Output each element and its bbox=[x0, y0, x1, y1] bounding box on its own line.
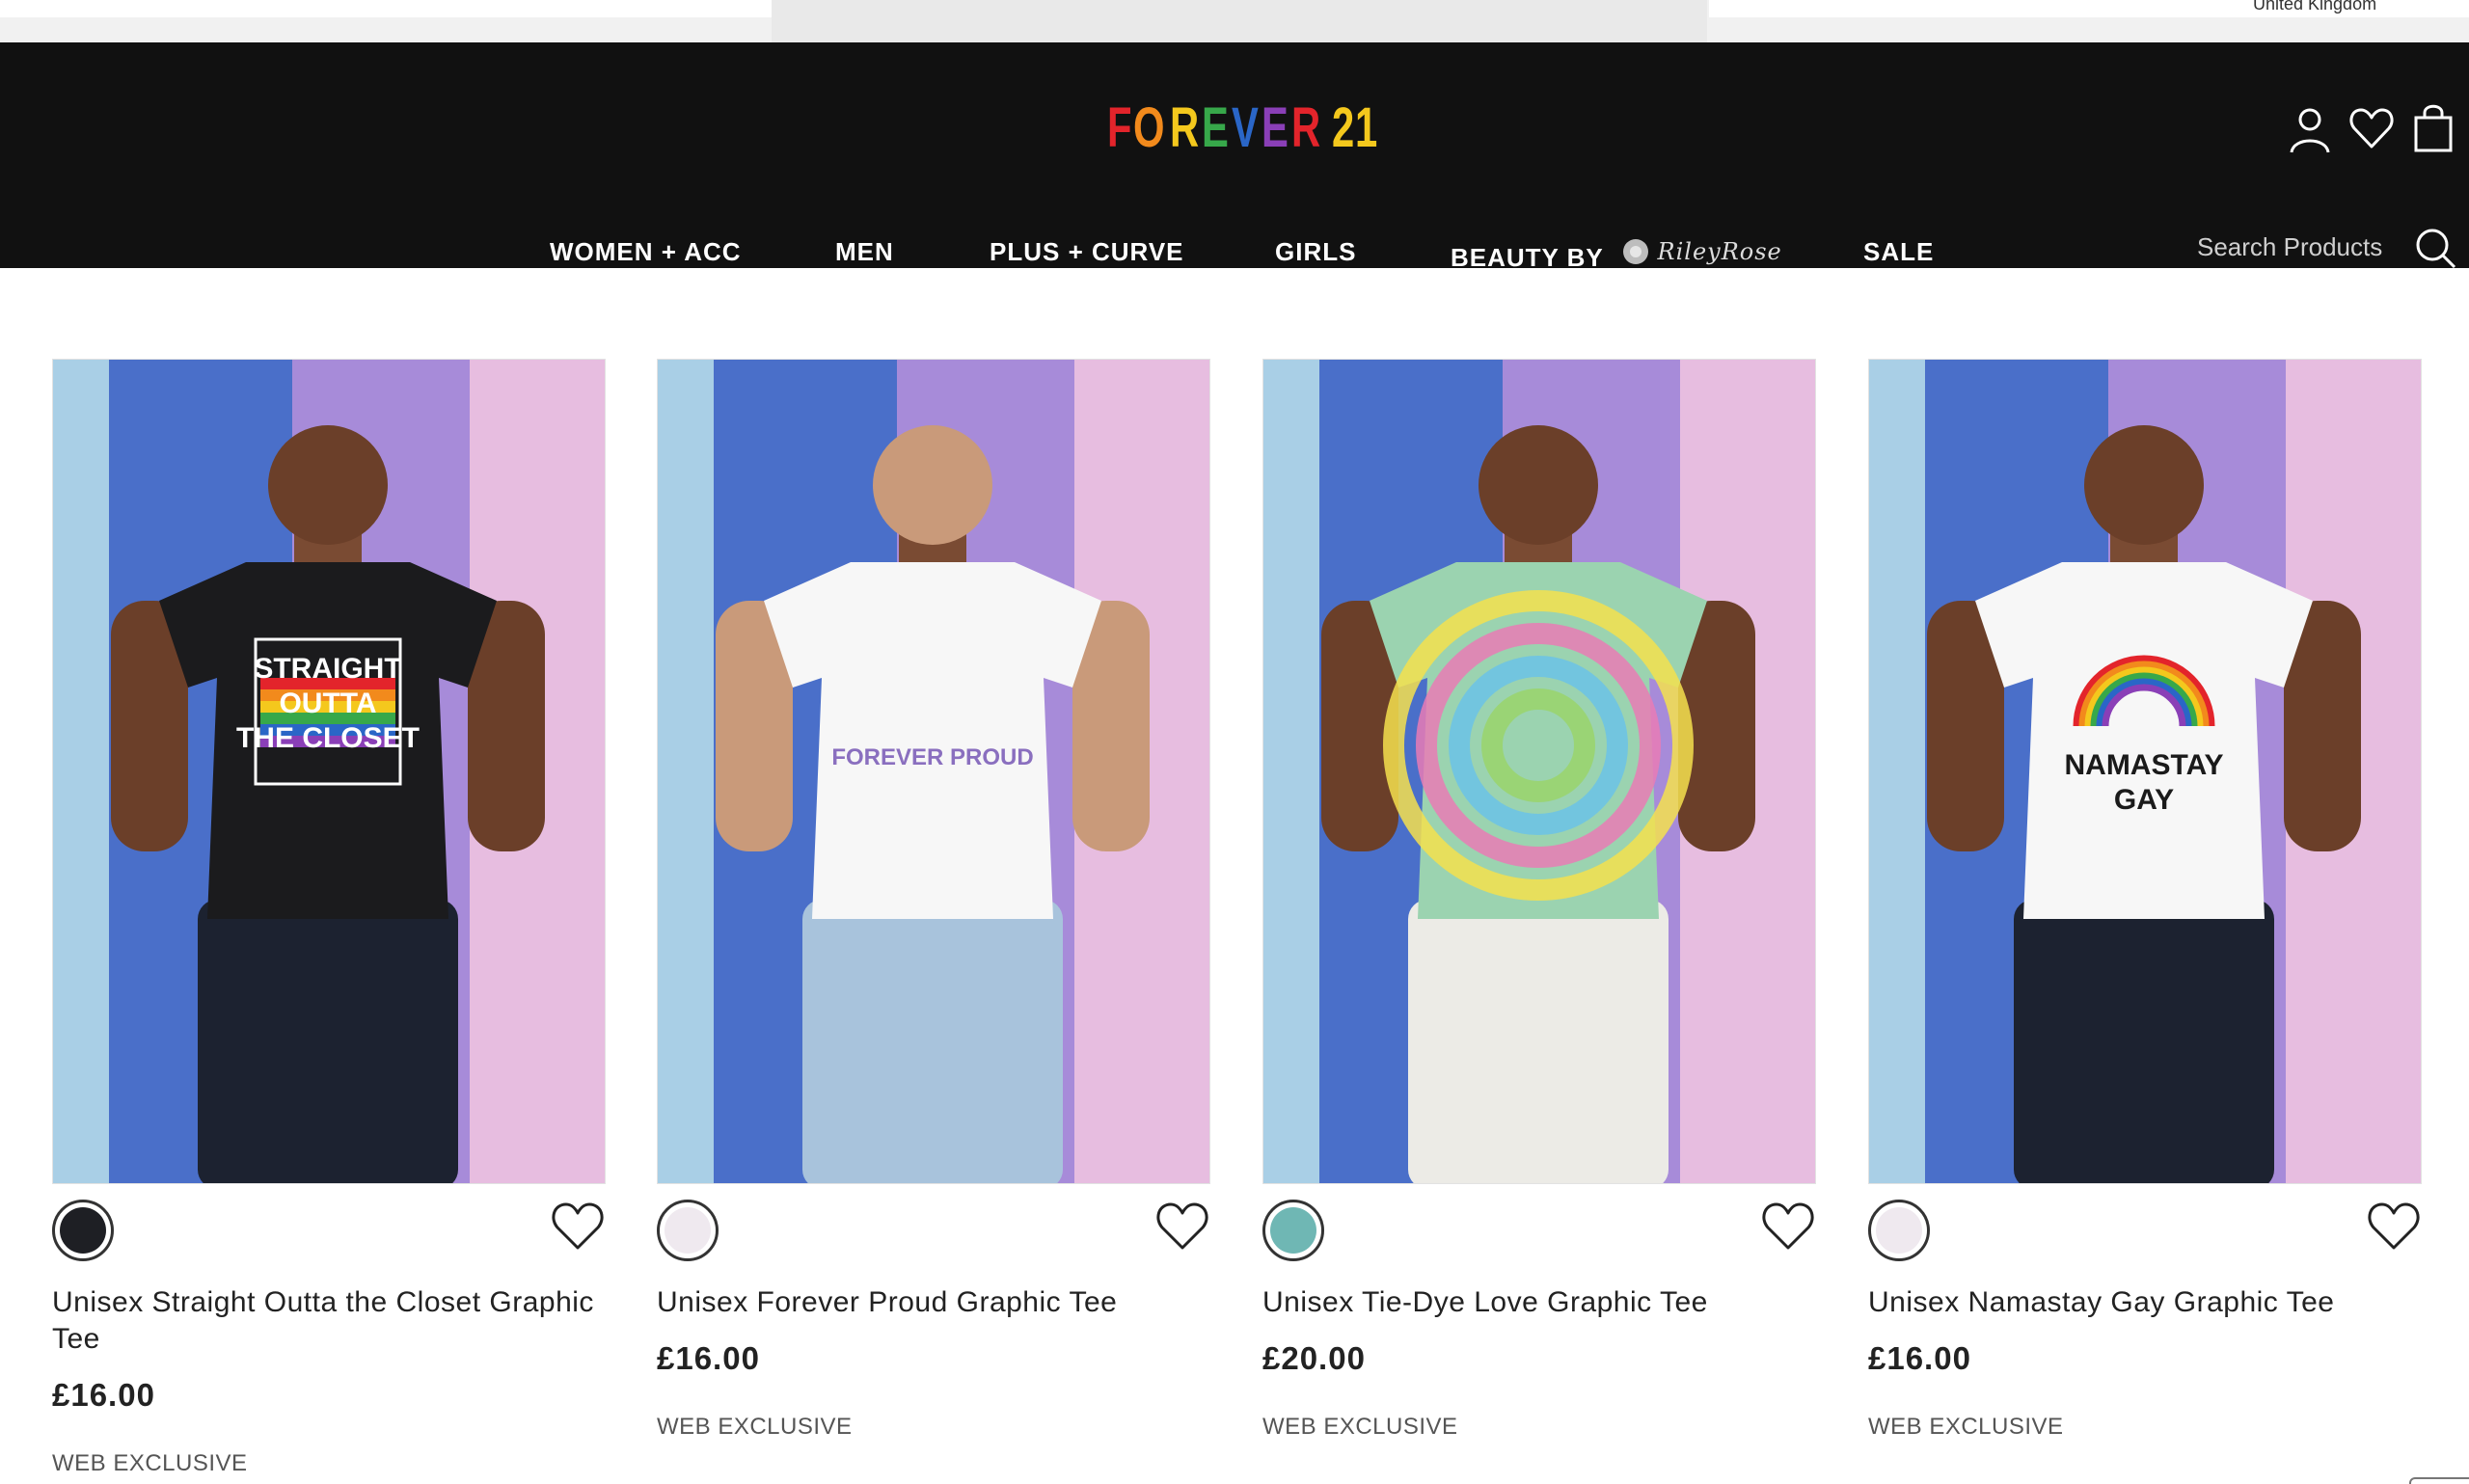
product-photo-illustration bbox=[1263, 360, 1815, 1183]
swatch-fill bbox=[665, 1207, 711, 1254]
heart-icon[interactable] bbox=[2347, 102, 2396, 156]
web-exclusive-badge: WEB EXCLUSIVE bbox=[657, 1414, 853, 1440]
region-selector[interactable]: United Kingdom bbox=[2253, 0, 2376, 13]
shirt-graphic-text: OUTTA bbox=[279, 688, 376, 719]
backdrop-stripe bbox=[658, 360, 714, 1183]
product-price: £16.00 bbox=[52, 1377, 155, 1413]
product-name[interactable]: Unisex Forever Proud Graphic Tee bbox=[657, 1284, 1207, 1321]
logo-letter: F bbox=[1107, 96, 1136, 159]
backdrop-stripe bbox=[1263, 360, 1319, 1183]
logo-letter: 2 bbox=[1331, 96, 1359, 159]
nav-beauty-label: BEAUTY BY bbox=[1451, 243, 1604, 272]
wishlist-heart-icon[interactable] bbox=[2366, 1200, 2422, 1254]
product-price: £16.00 bbox=[1868, 1340, 1971, 1376]
main-nav: WOMEN + ACC MEN PLUS + CURVE GIRLS BEAUT… bbox=[0, 229, 2469, 274]
shirt-graphic-text: STRAIGHT bbox=[254, 653, 401, 685]
shirt-graphic-text: NAMASTAY bbox=[2064, 749, 2223, 781]
wishlist-heart-icon[interactable] bbox=[550, 1200, 606, 1254]
shirt-graphic-text: GAY bbox=[2114, 784, 2174, 816]
top-bar-center bbox=[772, 0, 1707, 42]
logo-letter: O bbox=[1133, 96, 1170, 159]
product-photo-illustration: FOREVER PROUD bbox=[658, 360, 1209, 1183]
wishlist-heart-icon[interactable] bbox=[1760, 1200, 1816, 1254]
riley-rose-logo: RileyRose bbox=[1621, 229, 1782, 274]
product-name[interactable]: Unisex Tie-Dye Love Graphic Tee bbox=[1262, 1284, 1812, 1321]
logo-letter: V bbox=[1232, 96, 1263, 159]
web-exclusive-badge: WEB EXCLUSIVE bbox=[52, 1450, 248, 1476]
logo-letter: R bbox=[1290, 96, 1324, 159]
nav-beauty[interactable]: BEAUTY BY RileyRose bbox=[1451, 229, 1782, 280]
product-name[interactable]: Unisex Straight Outta the Closet Graphic… bbox=[52, 1284, 602, 1358]
nav-women-acc[interactable]: WOMEN + ACC bbox=[550, 229, 742, 274]
logo-letter: R bbox=[1169, 96, 1204, 159]
product-image[interactable]: FOREVER PROUD bbox=[657, 359, 1210, 1184]
top-utility-bar: United Kingdom bbox=[0, 0, 2469, 42]
rose-icon bbox=[1622, 239, 1648, 264]
logo-letter: 1 bbox=[1354, 96, 1382, 159]
web-exclusive-badge: WEB EXCLUSIVE bbox=[1868, 1414, 2064, 1440]
swatch-fill bbox=[1270, 1207, 1316, 1254]
wishlist-heart-icon[interactable] bbox=[1154, 1200, 1210, 1254]
shopping-bag-icon[interactable] bbox=[2409, 102, 2457, 156]
backdrop-stripe bbox=[53, 360, 109, 1183]
user-icon[interactable] bbox=[2286, 102, 2334, 156]
backdrop-stripe bbox=[1869, 360, 1925, 1183]
product-price: £16.00 bbox=[657, 1340, 760, 1376]
header-icons bbox=[2276, 102, 2469, 160]
nav-girls[interactable]: GIRLS bbox=[1275, 229, 1356, 274]
top-bar-left bbox=[0, 0, 772, 17]
riley-rose-text: RileyRose bbox=[1657, 238, 1782, 265]
color-swatch[interactable] bbox=[1262, 1200, 1324, 1261]
product-name[interactable]: Unisex Namastay Gay Graphic Tee bbox=[1868, 1284, 2418, 1321]
search-box bbox=[2197, 222, 2457, 282]
color-swatch[interactable] bbox=[657, 1200, 719, 1261]
shirt-graphic-text: THE CLOSET bbox=[236, 722, 420, 754]
product-image[interactable]: NAMASTAY GAY bbox=[1868, 359, 2422, 1184]
shirt-graphic-text: FOREVER PROUD bbox=[831, 744, 1033, 770]
nav-men[interactable]: MEN bbox=[835, 229, 894, 274]
forever21-logo[interactable]: FOREVER 21 bbox=[1107, 96, 1378, 160]
search-icon[interactable] bbox=[2413, 226, 2457, 270]
site-header: FOREVER 21 WOMEN + ACC MEN PLUS + CURVE … bbox=[0, 42, 2469, 282]
color-swatch[interactable] bbox=[52, 1200, 114, 1261]
product-image[interactable]: STRAIGHT OUTTA THE CLOSET bbox=[52, 359, 606, 1184]
swatch-fill bbox=[60, 1207, 106, 1254]
logo-letter: E bbox=[1202, 96, 1234, 159]
product-price: £20.00 bbox=[1262, 1340, 1366, 1376]
nav-plus-curve[interactable]: PLUS + CURVE bbox=[990, 229, 1184, 274]
color-swatch[interactable] bbox=[1868, 1200, 1930, 1261]
product-photo-illustration: NAMASTAYGAY bbox=[1869, 360, 2421, 1183]
web-exclusive-badge: WEB EXCLUSIVE bbox=[1262, 1414, 1458, 1440]
logo-letter: E bbox=[1261, 96, 1293, 159]
product-image[interactable] bbox=[1262, 359, 1816, 1184]
product-photo-illustration: STRAIGHTOUTTATHE CLOSET bbox=[53, 360, 605, 1183]
swatch-fill bbox=[1876, 1207, 1922, 1254]
scroll-to-top-button[interactable] bbox=[2409, 1477, 2469, 1484]
search-input[interactable] bbox=[2197, 228, 2409, 266]
nav-sale[interactable]: SALE bbox=[1863, 229, 1934, 274]
